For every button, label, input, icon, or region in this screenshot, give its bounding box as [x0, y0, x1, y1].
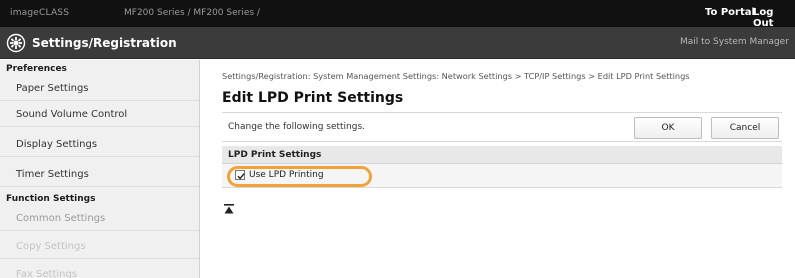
to-top-icon[interactable] — [224, 199, 234, 214]
page-title: Edit LPD Print Settings — [222, 90, 404, 106]
to-portal-link[interactable]: To Portal — [705, 7, 755, 18]
sidebar-item-sound-volume-control[interactable]: Sound Volume Control — [0, 102, 199, 127]
sidebar-item-label: Fax Settings — [16, 269, 78, 278]
sidebar-item-label: Paper Settings — [16, 83, 89, 94]
sidebar-item-display-settings[interactable]: Display Settings — [0, 132, 199, 157]
breadcrumb: Settings/Registration: System Management… — [222, 71, 690, 81]
sidebar-item-label: Copy Settings — [16, 241, 86, 252]
sidebar-item-common-settings[interactable]: Common Settings — [0, 206, 199, 231]
sidebar-item-copy-settings[interactable]: Copy Settings — [0, 234, 199, 259]
sidebar-heading-preferences: Preferences — [6, 64, 67, 74]
section-heading: LPD Print Settings — [222, 146, 782, 164]
log-out-link[interactable]: Log Out — [753, 7, 795, 29]
sidebar-item-fax-settings[interactable]: Fax Settings — [0, 262, 199, 278]
product-name: imageCLASS — [10, 8, 70, 18]
use-lpd-printing-checkbox[interactable] — [235, 170, 245, 180]
sidebar: Preferences Paper Settings Sound Volume … — [0, 60, 200, 278]
app-title: Settings/Registration — [32, 36, 177, 50]
mail-to-system-manager-link[interactable]: Mail to System Manager — [680, 37, 789, 47]
cancel-button[interactable]: Cancel — [711, 117, 779, 139]
ok-button[interactable]: OK — [634, 117, 702, 139]
settings-gear-icon — [6, 33, 26, 53]
model-name: MF200 Series / MF200 Series / — [124, 8, 260, 18]
top-bar: imageCLASS MF200 Series / MF200 Series /… — [0, 0, 795, 29]
use-lpd-printing-label[interactable]: Use LPD Printing — [249, 170, 324, 180]
title-bar: Settings/Registration Mail to System Man… — [0, 27, 795, 59]
main-content: Settings/Registration: System Management… — [200, 60, 795, 278]
instruction-text: Change the following settings. — [228, 122, 366, 132]
sidebar-item-label: Common Settings — [16, 213, 106, 224]
section-heading-label: LPD Print Settings — [228, 150, 322, 160]
sidebar-item-timer-settings[interactable]: Timer Settings — [0, 162, 199, 187]
action-row: Change the following settings. OK Cancel — [222, 112, 782, 142]
sidebar-heading-function-settings: Function Settings — [6, 194, 96, 204]
sidebar-item-label: Sound Volume Control — [16, 109, 128, 120]
sidebar-item-label: Timer Settings — [16, 169, 89, 180]
option-row: Use LPD Printing — [222, 164, 782, 188]
sidebar-item-paper-settings[interactable]: Paper Settings — [0, 76, 199, 101]
sidebar-item-label: Display Settings — [16, 139, 98, 150]
